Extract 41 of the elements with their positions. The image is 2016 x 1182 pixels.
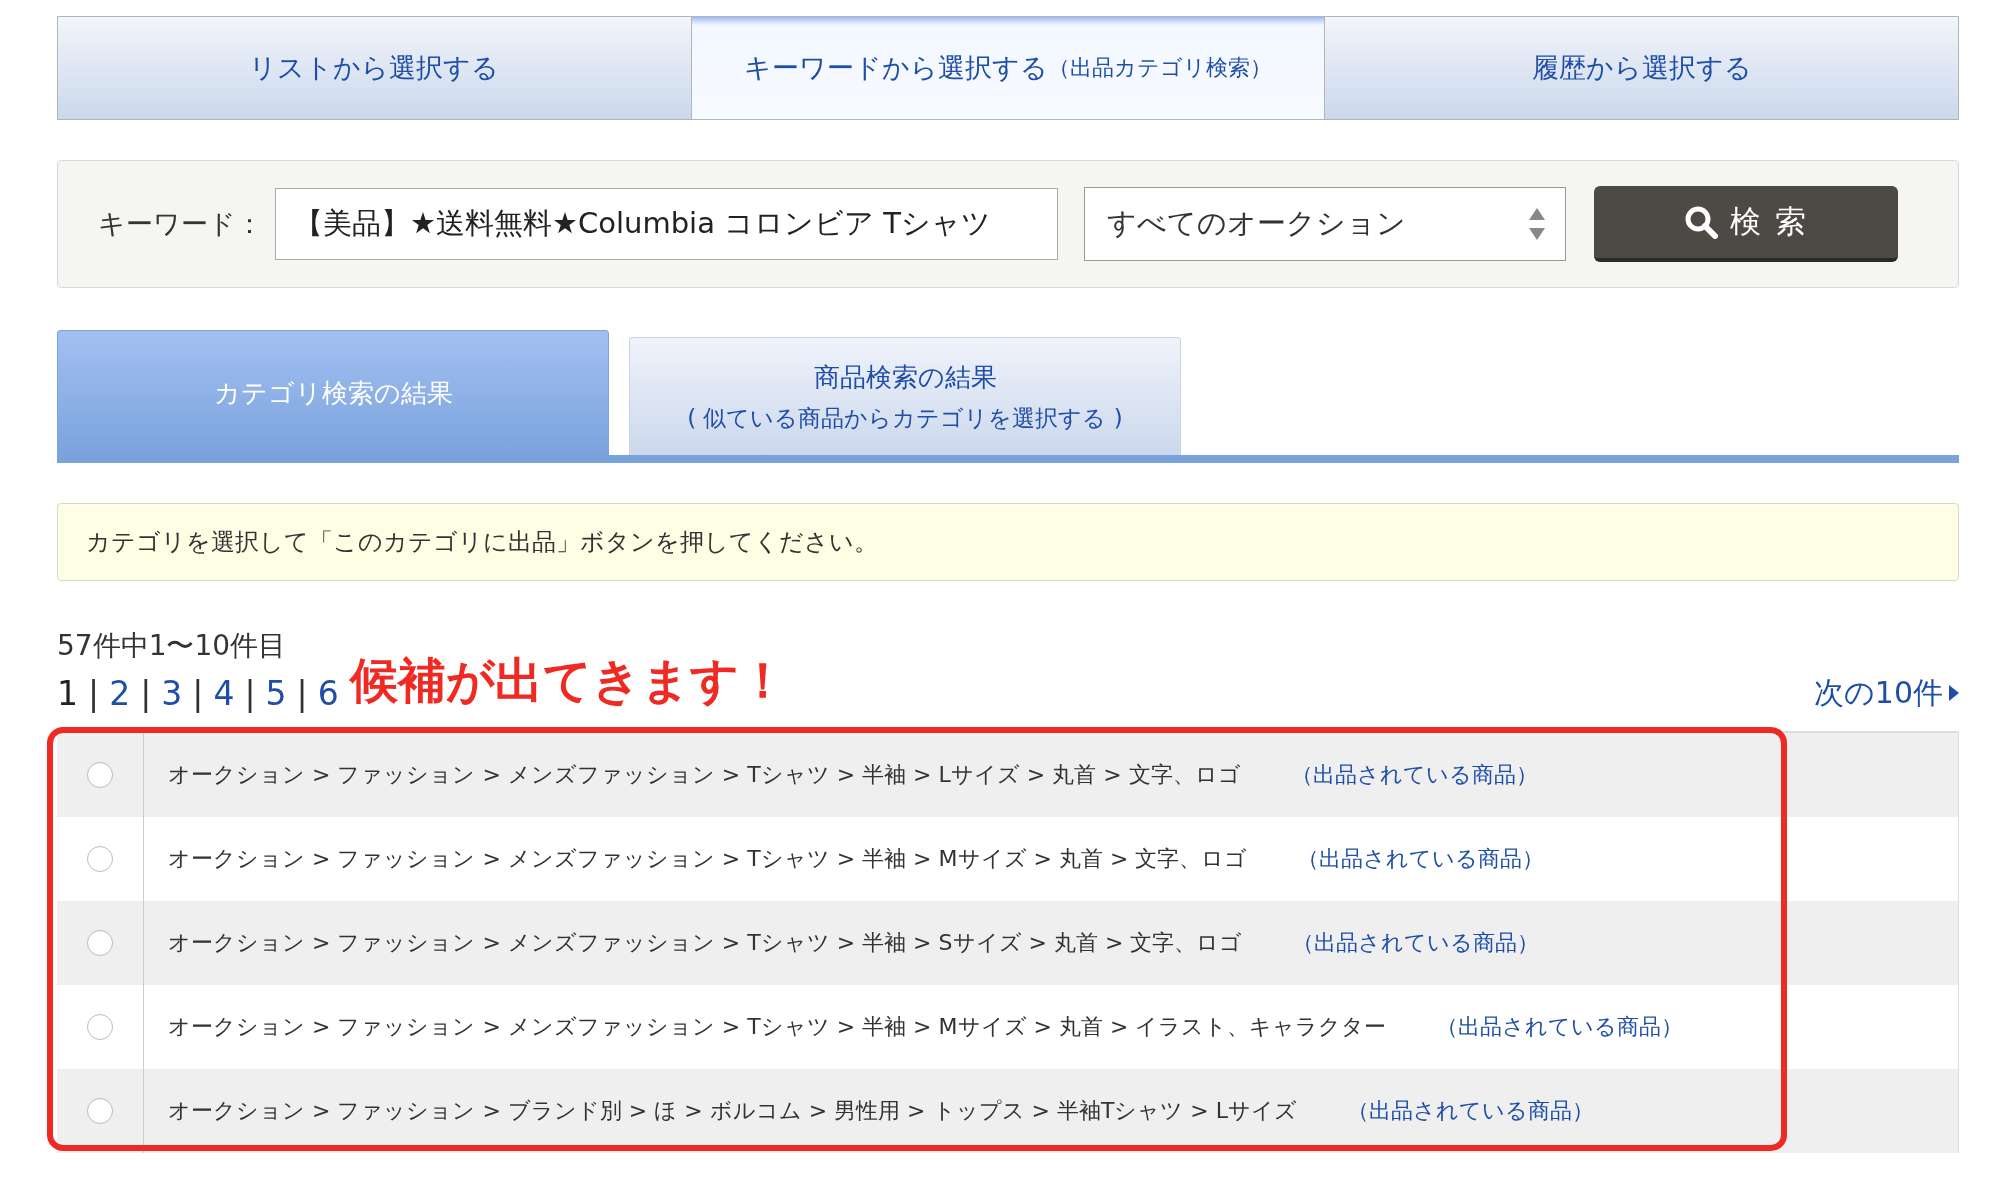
- annotation-text: 候補が出てきます！: [350, 651, 787, 710]
- category-radio[interactable]: [87, 762, 113, 788]
- page-separator: |: [88, 673, 100, 713]
- category-path: オークション > ファッション > メンズファッション > Tシャツ > 半袖 > Sサイズ > 丸首 > 文字、ロゴ: [168, 929, 1243, 957]
- page-separator: |: [296, 673, 308, 713]
- listed-items-link[interactable]: （出品されている商品）: [1292, 928, 1540, 958]
- keyword-label: キーワード：: [98, 207, 263, 241]
- listed-items-link[interactable]: （出品されている商品）: [1290, 760, 1538, 790]
- page-separator: |: [140, 673, 152, 713]
- page-link[interactable]: 3: [161, 673, 183, 713]
- category-radio[interactable]: [87, 1098, 113, 1124]
- keyword-field[interactable]: 【美品】★送料無料★Columbia コロンビア Tシャツ: [275, 188, 1058, 260]
- result-tab[interactable]: 商品検索の結果 ( 似ている商品からカテゴリを選択する ): [629, 337, 1181, 455]
- next-page-link[interactable]: 次の10件: [1813, 672, 1959, 714]
- updown-arrows-icon: [1527, 206, 1547, 242]
- page-link[interactable]: 4: [213, 673, 235, 713]
- category-radio[interactable]: [87, 930, 113, 956]
- mode-tab[interactable]: キーワードから選択する（出品カテゴリ検索）: [691, 17, 1326, 119]
- page-separator: |: [192, 673, 204, 713]
- page-link[interactable]: 1: [57, 673, 78, 713]
- mode-tab[interactable]: リストから選択する: [58, 17, 692, 119]
- listed-items-link[interactable]: （出品されている商品）: [1297, 844, 1545, 874]
- category-path: オークション > ファッション > メンズファッション > Tシャツ > 半袖 > Lサイズ > 丸首 > 文字、ロゴ: [168, 761, 1241, 789]
- auction-select[interactable]: すべてのオークション: [1084, 187, 1566, 261]
- category-path: オークション > ファッション > メンズファッション > Tシャツ > 半袖 > Mサイズ > 丸首 > 文字、ロゴ: [168, 845, 1248, 873]
- right-triangle-icon: [1949, 685, 1959, 701]
- page-separator: |: [244, 673, 256, 713]
- category-path: オークション > ファッション > メンズファッション > Tシャツ > 半袖 > Mサイズ > 丸首 > イラスト、キャラクター: [168, 1013, 1387, 1041]
- page-link[interactable]: 5: [265, 673, 287, 713]
- page-link[interactable]: 2: [109, 673, 131, 713]
- result-count: 57件中1〜10件目: [57, 628, 288, 664]
- listed-items-link[interactable]: （出品されている商品）: [1347, 1096, 1595, 1126]
- notice-text: カテゴリを選択して「このカテゴリに出品」ボタンを押してください。: [86, 527, 878, 558]
- category-radio[interactable]: [87, 846, 113, 872]
- category-radio[interactable]: [87, 1014, 113, 1040]
- listed-items-link[interactable]: （出品されている商品）: [1436, 1012, 1684, 1042]
- category-path: オークション > ファッション > ブランド別 > ほ > ボルコム > 男性用 > トップス > 半袖Tシャツ > Lサイズ: [168, 1097, 1298, 1125]
- mode-tab[interactable]: 履歴から選択する: [1325, 17, 1958, 119]
- search-button[interactable]: 検 索: [1594, 186, 1898, 262]
- page-link[interactable]: 6: [317, 673, 339, 713]
- search-icon: [1684, 205, 1719, 239]
